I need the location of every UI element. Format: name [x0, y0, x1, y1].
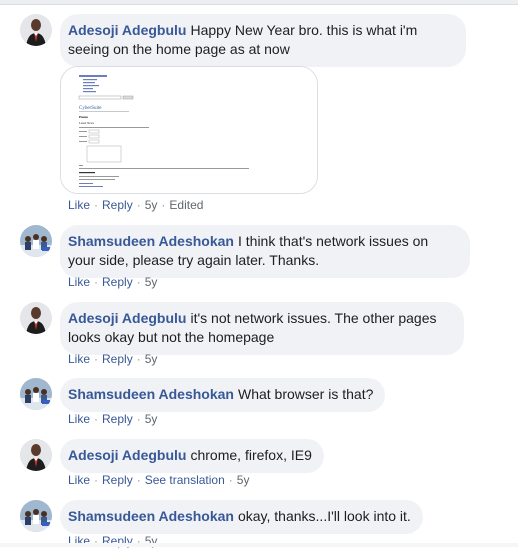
reply-link[interactable]: Reply — [102, 275, 133, 289]
comment-text: What browser is that? — [237, 386, 374, 402]
reply-link[interactable]: Reply — [102, 198, 133, 212]
comment-actions: Like · Reply · 5y — [68, 352, 158, 366]
top-divider — [0, 0, 518, 5]
attachment-brand: CyberSuite — [79, 106, 102, 111]
comment-bubble: Shamsudeen Adeshokan I think that's netwo… — [60, 225, 470, 278]
comment: Adesoji Adegbulu it's not network issues.… — [20, 302, 510, 372]
comment-text: okay, thanks...I'll look into it. — [237, 508, 411, 524]
timestamp[interactable]: 5y — [145, 412, 158, 426]
comment-bubble: Adesoji Adegbulu chrome, firefox, IE9 — [60, 439, 324, 473]
like-link[interactable]: Like — [68, 473, 90, 487]
group-photo-icon — [20, 378, 52, 410]
group-photo-icon — [20, 500, 52, 532]
like-link[interactable]: Like — [68, 198, 90, 212]
like-link[interactable]: Like — [68, 412, 90, 426]
comment-author[interactable]: Shamsudeen Adeshokan — [68, 233, 234, 249]
comment-author[interactable]: Adesoji Adegbulu — [68, 22, 186, 38]
comment: Adesoji Adegbulu chrome, firefox, IE9 Lik… — [20, 439, 510, 491]
bottom-scroll-edge — [0, 543, 518, 547]
timestamp[interactable]: 5y — [145, 352, 158, 366]
comment-actions: Like · Reply · 5y — [68, 412, 158, 426]
see-translation-link[interactable]: See translation — [145, 473, 225, 487]
timestamp[interactable]: 5y — [145, 198, 158, 212]
comment-bubble: Adesoji Adegbulu Happy New Year bro. this… — [60, 14, 466, 67]
comment-bubble: Adesoji Adegbulu it's not network issues.… — [60, 302, 464, 355]
avatar[interactable] — [20, 439, 52, 471]
comment-author[interactable]: Adesoji Adegbulu — [68, 447, 186, 463]
user-photo-icon — [20, 439, 52, 471]
edited-label[interactable]: Edited — [169, 198, 203, 212]
like-link[interactable]: Like — [68, 275, 90, 289]
like-link[interactable]: Like — [68, 352, 90, 366]
comment: Shamsudeen Adeshokan What browser is that… — [20, 378, 510, 430]
comment-bubble: Shamsudeen Adeshokan okay, thanks...I'll … — [60, 500, 423, 534]
group-photo-icon — [20, 225, 52, 257]
avatar[interactable] — [20, 500, 52, 532]
avatar[interactable] — [20, 302, 52, 334]
comment-actions: Like · Reply · 5y · Edited — [68, 198, 204, 212]
avatar[interactable] — [20, 378, 52, 410]
user-photo-icon — [20, 302, 52, 334]
comment: Adesoji Adegbulu Happy New Year bro. this… — [20, 14, 510, 224]
comment-actions: Like · Reply · 5y — [68, 275, 158, 289]
timestamp[interactable]: 5y — [237, 473, 250, 487]
avatar[interactable] — [20, 14, 52, 46]
reply-link[interactable]: Reply — [102, 473, 133, 487]
comment-author[interactable]: Adesoji Adegbulu — [68, 310, 186, 326]
comment-bubble: Shamsudeen Adeshokan What browser is that… — [60, 378, 386, 412]
comment-author[interactable]: Shamsudeen Adeshokan — [68, 508, 234, 524]
reply-link[interactable]: Reply — [102, 352, 133, 366]
comment: Shamsudeen Adeshokan I think that's netwo… — [20, 225, 510, 295]
user-photo-icon — [20, 14, 52, 46]
screenshot-attachment[interactable]: CyberSuite Home Latest News — [60, 66, 318, 194]
attachment-heading: Home — [79, 115, 88, 119]
comment-text: chrome, firefox, IE9 — [190, 447, 312, 463]
comment-author[interactable]: Shamsudeen Adeshokan — [68, 386, 234, 402]
reply-link[interactable]: Reply — [102, 412, 133, 426]
avatar[interactable] — [20, 225, 52, 257]
comment: Shamsudeen Adeshokan okay, thanks...I'll … — [20, 500, 510, 548]
attached-webpage-screenshot: CyberSuite Home Latest News — [61, 67, 317, 193]
timestamp[interactable]: 5y — [145, 275, 158, 289]
attachment-subheading: Latest News — [79, 121, 95, 125]
comment-actions: Like · Reply · See translation · 5y — [68, 473, 250, 487]
